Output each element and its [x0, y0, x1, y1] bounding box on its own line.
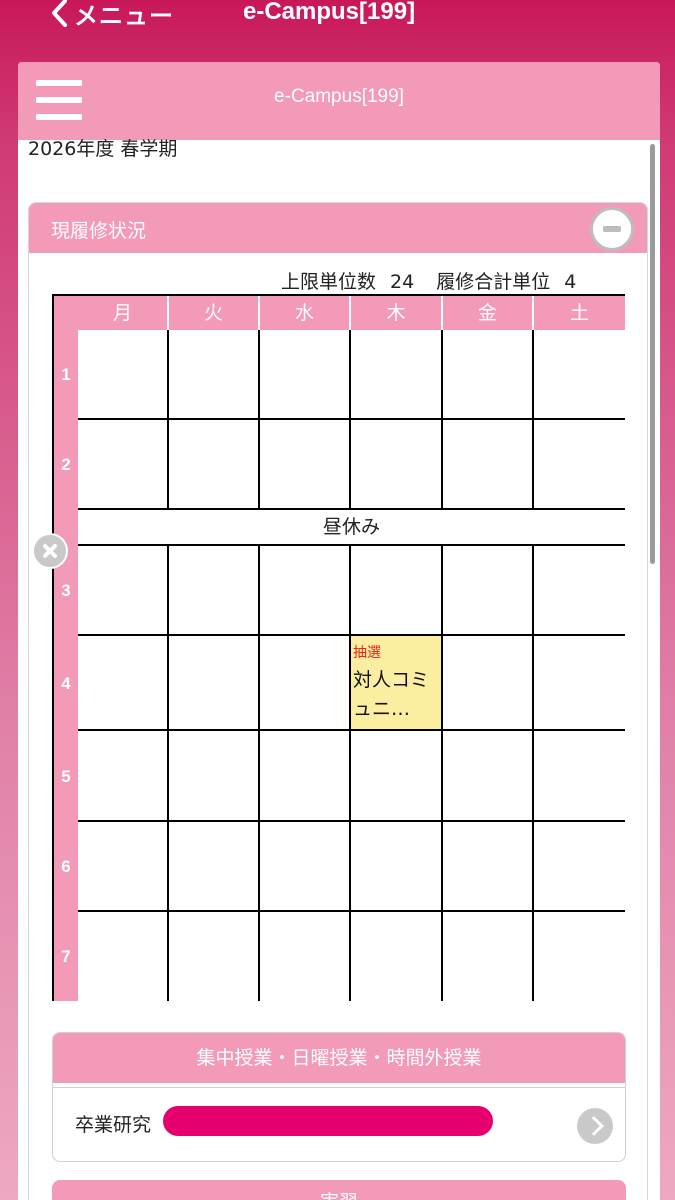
period-header: 5: [54, 731, 78, 822]
day-header: 金: [443, 296, 534, 330]
timetable-cell[interactable]: [78, 546, 169, 636]
timetable-cell[interactable]: [260, 731, 351, 822]
timetable-cell[interactable]: [78, 636, 169, 731]
timetable-cell[interactable]: [169, 731, 260, 822]
lunch-break-row: 昼休み: [78, 510, 625, 546]
timetable-cell[interactable]: [534, 636, 625, 731]
credit-limit-label: 上限単位数: [281, 271, 377, 293]
redaction-mark: [163, 1106, 493, 1136]
day-header: 木: [351, 296, 443, 330]
timetable-cell[interactable]: [169, 912, 260, 1001]
credit-total-value: 4: [564, 271, 577, 293]
timetable-cell[interactable]: [534, 330, 625, 420]
timetable-cell[interactable]: [443, 912, 534, 1001]
timetable-cell[interactable]: [443, 822, 534, 912]
section-header[interactable]: 現履修状況: [29, 203, 647, 253]
collapse-icon[interactable]: [590, 207, 634, 251]
timetable-cell[interactable]: [351, 822, 443, 912]
timetable-cell[interactable]: [443, 636, 534, 731]
timetable-cell[interactable]: [78, 731, 169, 822]
credit-limit-value: 24: [390, 271, 415, 293]
day-header: 水: [260, 296, 351, 330]
timetable-cell[interactable]: [260, 420, 351, 510]
credit-total-label: 履修合計単位: [436, 271, 551, 293]
timetable-cell[interactable]: [78, 330, 169, 420]
section-title: 現履修状況: [51, 220, 147, 242]
day-header: 土: [534, 296, 625, 330]
chevron-left-icon: [52, 0, 67, 27]
timetable-cell[interactable]: [169, 636, 260, 731]
timetable-cell[interactable]: [443, 731, 534, 822]
page-title: e-Campus[199]: [243, 0, 416, 25]
timetable-cell[interactable]: [534, 731, 625, 822]
scrollbar[interactable]: [650, 144, 655, 564]
timetable-cell[interactable]: [169, 822, 260, 912]
chevron-right-icon[interactable]: [577, 1108, 613, 1144]
timetable-cell[interactable]: [260, 546, 351, 636]
lottery-badge: 抽選: [353, 645, 381, 661]
app-title: e-Campus[199]: [274, 86, 404, 107]
timetable-cell[interactable]: [78, 420, 169, 510]
timetable-cell[interactable]: [260, 912, 351, 1001]
back-label: メニュー: [74, 1, 174, 30]
timetable-cell[interactable]: [78, 822, 169, 912]
intensive-classes-panel: 集中授業・日曜授業・時間外授業 卒業研究: [52, 1032, 626, 1162]
period-header: 2: [54, 420, 78, 510]
timetable-cell[interactable]: [534, 420, 625, 510]
period-header: 4: [54, 636, 78, 731]
term-label: 2026年度 春学期: [28, 138, 178, 160]
timetable-cell[interactable]: [443, 420, 534, 510]
app-card: e-Campus[199] 2026年度 春学期 現履修状況 上限単位数 24 履修…: [18, 62, 660, 1200]
timetable-cell[interactable]: [169, 330, 260, 420]
top-bar: メニュー e-Campus[199]: [0, 0, 675, 40]
course-cell[interactable]: 抽選対人コミュニ…: [351, 636, 443, 731]
timetable-cell[interactable]: [351, 420, 443, 510]
timetable-cell[interactable]: [534, 822, 625, 912]
timetable: 月火水木金土 1 2 3 4 抽選 対人コミュニ… 5 6 7 昼休み: [52, 294, 625, 1001]
intensive-item-label: 卒業研究: [75, 1114, 152, 1136]
timetable-cell[interactable]: [169, 420, 260, 510]
period-header: 1: [54, 330, 78, 420]
timetable-cell[interactable]: [443, 546, 534, 636]
period-header: 7: [54, 912, 78, 1001]
timetable-cell[interactable]: [351, 546, 443, 636]
timetable-cell[interactable]: [443, 330, 534, 420]
course-name: 対人コミュニ…: [353, 669, 430, 720]
close-icon[interactable]: [32, 533, 68, 569]
day-header: 月: [78, 296, 169, 330]
timetable-cell[interactable]: [78, 912, 169, 1001]
period-header: 6: [54, 822, 78, 912]
credit-summary: 上限単位数 24 履修合計単位 4: [281, 267, 590, 294]
timetable-cell[interactable]: [534, 546, 625, 636]
timetable-corner: [54, 296, 78, 330]
back-button[interactable]: メニュー: [50, 0, 174, 30]
timetable-cell[interactable]: [169, 546, 260, 636]
intensive-header: 集中授業・日曜授業・時間外授業: [53, 1033, 625, 1083]
day-header: 火: [169, 296, 260, 330]
timetable-cell[interactable]: [534, 912, 625, 1001]
intensive-list-item[interactable]: 卒業研究: [53, 1087, 625, 1159]
timetable-cell[interactable]: [351, 731, 443, 822]
timetable-cell[interactable]: [260, 636, 351, 731]
timetable-cell[interactable]: [351, 330, 443, 420]
next-section-header[interactable]: 実習: [52, 1180, 626, 1200]
timetable-cell[interactable]: [260, 330, 351, 420]
timetable-cell[interactable]: [260, 822, 351, 912]
timetable-cell[interactable]: [351, 912, 443, 1001]
app-header: e-Campus[199]: [18, 62, 660, 140]
